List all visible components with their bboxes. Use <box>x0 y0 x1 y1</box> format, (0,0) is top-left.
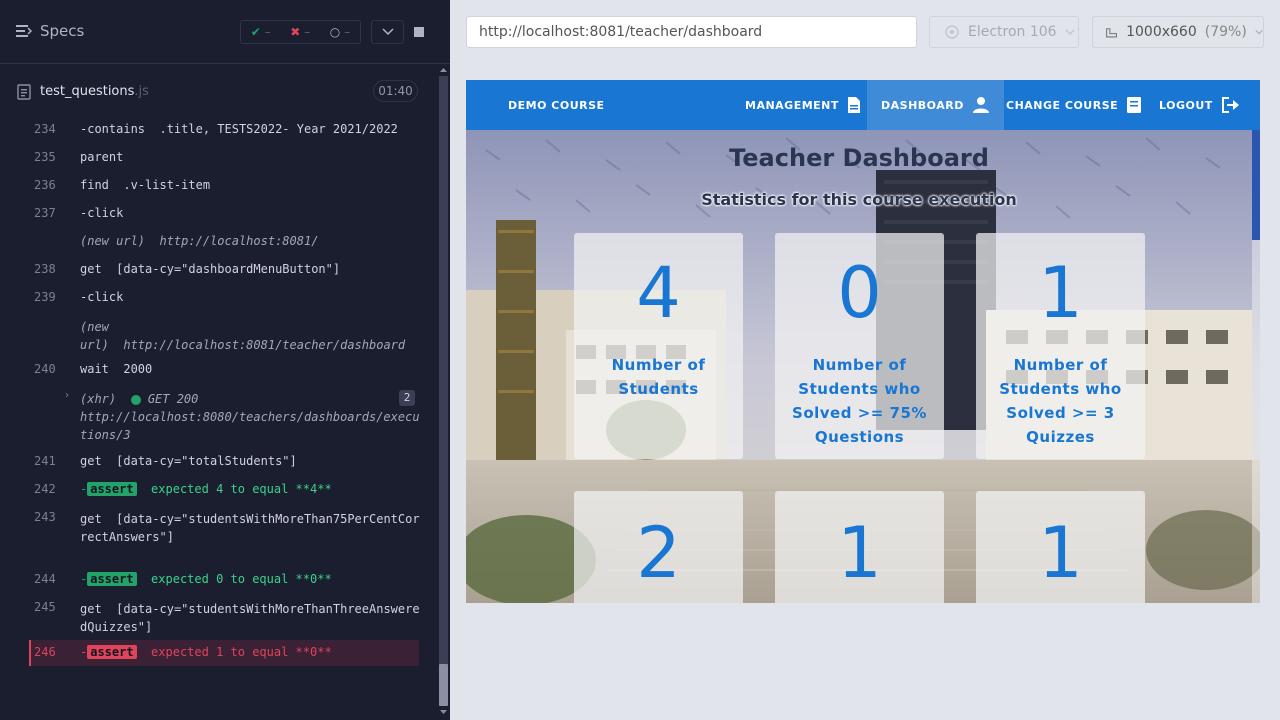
nav-brand[interactable]: DEMO COURSE <box>508 80 605 130</box>
stat-label: Number of Students who Solved >= 75% Que… <box>792 356 927 446</box>
nav-management[interactable]: MANAGEMENT <box>745 80 861 130</box>
chevron-down-icon <box>1255 29 1263 35</box>
app-navbar: DEMO COURSE MANAGEMENT DASHBOARD CHANGE … <box>466 80 1260 130</box>
app-scrollbar-thumb[interactable] <box>1252 130 1260 240</box>
status-dot-icon <box>130 394 141 405</box>
stop-button[interactable] <box>405 20 433 44</box>
stat-value: 4 <box>636 252 681 334</box>
nav-change-course[interactable]: CHANGE COURSE <box>1006 80 1142 130</box>
command-row-assert-fail[interactable]: 246 - assert expected 1 to equal **0** <box>29 640 419 666</box>
pending-stat: ○ – <box>329 25 351 39</box>
stat-label: Number of Students <box>611 356 706 398</box>
spec-file-row[interactable]: test_questions.js 01:40 <box>0 76 436 108</box>
ruler-icon <box>1106 28 1118 38</box>
stat-card: 2 <box>574 491 743 603</box>
collapse-button[interactable] <box>371 20 404 44</box>
check-icon: ✔ <box>250 25 261 39</box>
stat-value: 1 <box>837 512 882 594</box>
aut-panel: http://localhost:8081/teacher/dashboard … <box>450 0 1280 720</box>
stat-card-solved-75: 0 Number of Students who Solved >= 75% Q… <box>775 233 944 459</box>
stat-value: 1 <box>1038 512 1083 594</box>
expand-arrow-icon[interactable]: › <box>64 390 70 401</box>
url-bar[interactable]: http://localhost:8081/teacher/dashboard <box>466 16 917 48</box>
menu-icon <box>16 25 32 37</box>
nav-dashboard[interactable]: DASHBOARD <box>867 80 1004 130</box>
app-under-test: DEMO COURSE MANAGEMENT DASHBOARD CHANGE … <box>466 80 1260 603</box>
document-icon <box>17 84 31 100</box>
test-stats: ✔ – ✖ – ○ – <box>240 20 361 44</box>
chevron-down-icon <box>1065 29 1075 35</box>
browser-icon <box>945 25 959 39</box>
stat-value: 2 <box>636 512 681 594</box>
spec-file-name: test_questions.js <box>40 84 149 99</box>
dashboard-background: Teacher Dashboard Statistics for this co… <box>466 130 1260 603</box>
logout-icon <box>1221 97 1239 113</box>
spec-duration: 01:40 <box>373 80 418 102</box>
browser-selector[interactable]: Electron 106 <box>929 16 1079 48</box>
viewport-selector[interactable]: 1000x660 (79%) <box>1092 16 1264 48</box>
chevron-down-icon <box>381 28 394 36</box>
command-list: 234 -contains .title, TESTS2022- Year 20… <box>0 116 436 720</box>
nav-logout[interactable]: LOGOUT <box>1159 80 1241 130</box>
scrollbar-track[interactable] <box>439 76 448 706</box>
scroll-up-icon[interactable] <box>439 66 448 74</box>
book-icon <box>1127 97 1142 113</box>
page-title: Teacher Dashboard <box>729 144 989 172</box>
request-count-badge: 2 <box>399 390 415 406</box>
passed-stat: ✔ – <box>250 25 271 39</box>
stat-card-solved-3-quizzes: 1 Number of Students who Solved >= 3 Qui… <box>976 233 1145 459</box>
failed-stat: ✖ – <box>290 25 311 39</box>
stop-icon <box>414 27 424 37</box>
document-icon <box>847 97 860 113</box>
scrollbar-thumb[interactable] <box>439 664 448 706</box>
x-icon: ✖ <box>290 25 301 39</box>
specs-label: Specs <box>40 22 85 40</box>
specs-toggle-button[interactable]: Specs <box>16 22 84 40</box>
stat-value: 1 <box>1038 252 1083 334</box>
stat-card: 1 <box>775 491 944 603</box>
stat-value: 0 <box>837 252 882 334</box>
reporter-header: Specs ✔ – ✖ – ○ – <box>0 0 450 64</box>
stat-card: 1 <box>976 491 1145 603</box>
person-icon <box>972 97 989 113</box>
command-log-panel: Specs ✔ – ✖ – ○ – test_questions.js 01:40 2… <box>0 0 450 720</box>
page-subtitle: Statistics for this course execution <box>701 190 1017 209</box>
stat-label: Number of Students who Solved >= 3 Quizz… <box>999 356 1122 446</box>
stat-card-total-students: 4 Number of Students <box>574 233 743 459</box>
scroll-down-icon[interactable] <box>439 708 448 716</box>
circle-icon: ○ <box>329 25 341 39</box>
